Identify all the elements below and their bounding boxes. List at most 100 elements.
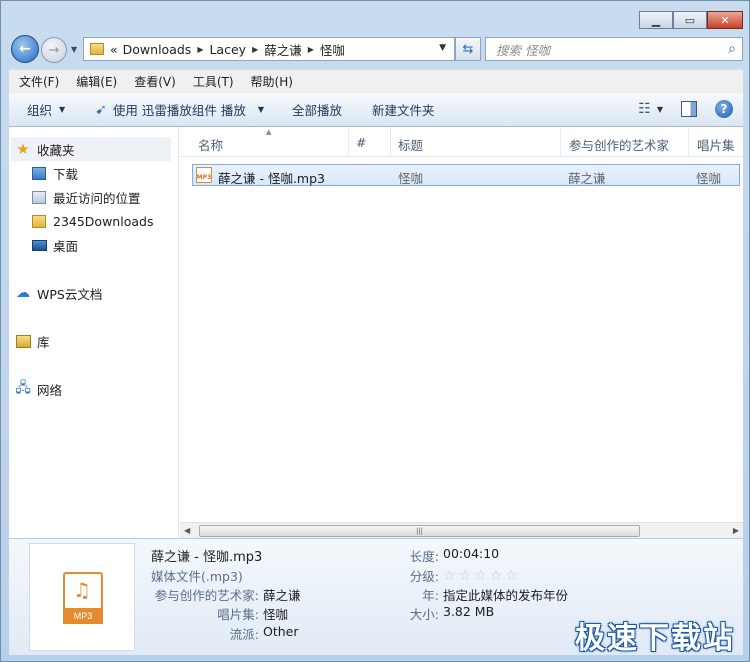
nav-item-label: 下载: [53, 166, 79, 182]
scroll-right-icon[interactable]: ▶: [733, 526, 739, 535]
details-year-value[interactable]: 指定此媒体的发布年份: [443, 585, 568, 604]
refresh-button[interactable]: ⇆: [455, 37, 481, 61]
cloud-icon: ☁: [16, 285, 30, 301]
recent-pages-dropdown[interactable]: ▼: [71, 45, 77, 54]
details-album-label: 唱片集:: [217, 607, 259, 622]
downloads-folder-icon: [31, 165, 47, 181]
rating-stars[interactable]: ☆☆☆☆☆: [443, 568, 521, 584]
organize-button[interactable]: 组织 ▼: [27, 100, 65, 119]
address-overflow-chevron[interactable]: «: [110, 42, 118, 57]
horizontal-scrollbar[interactable]: ◀ ||| ▶: [180, 522, 743, 538]
watermark-logo: 极速下载站: [575, 621, 735, 656]
file-title: 怪咖: [398, 171, 424, 186]
search-input[interactable]: 搜索 怪咖 ⌕: [485, 37, 743, 61]
details-length-value: 00:04:10: [443, 546, 500, 561]
nav-item-2345downloads[interactable]: 2345Downloads: [9, 209, 178, 233]
nav-favorites-label: 收藏夹: [37, 142, 75, 158]
menu-file[interactable]: 文件(F): [19, 73, 59, 90]
file-row[interactable]: MP3 薛之谦 - 怪咖.mp3 怪咖 薛之谦 怪咖: [192, 164, 740, 186]
search-placeholder: 搜索 怪咖: [496, 42, 550, 58]
file-thumbnail: ♫ MP3: [29, 543, 135, 651]
toolbar-right: ☷ ▼ ?: [638, 100, 733, 118]
scrollbar-thumb[interactable]: |||: [199, 525, 640, 537]
nav-item-desktop[interactable]: 桌面: [9, 233, 178, 257]
menu-tools[interactable]: 工具(T): [193, 73, 234, 90]
details-artist-value[interactable]: 薛之谦: [263, 585, 301, 604]
column-header-number[interactable]: #: [356, 135, 366, 151]
music-note-icon: ♫: [73, 578, 91, 602]
folder-icon: [90, 43, 104, 55]
mp3-file-icon: MP3: [196, 167, 212, 183]
search-icon[interactable]: ⌕: [728, 41, 736, 57]
view-options-chevron-icon[interactable]: ▼: [657, 105, 663, 114]
details-filename: 薛之谦 - 怪咖.mp3: [151, 550, 263, 565]
nav-item-label: 桌面: [53, 238, 79, 254]
file-album: 怪咖: [696, 171, 722, 186]
maximize-button[interactable]: ▭: [673, 11, 707, 29]
details-genre-label: 流派:: [229, 627, 259, 642]
details-year-label: 年:: [422, 588, 439, 603]
file-list: ▲ 名称 # 标题 参与创作的艺术家 唱片集 MP3 薛之谦 - 怪咖.mp3 …: [180, 127, 743, 522]
network-icon: 🖧: [15, 380, 31, 396]
menu-edit[interactable]: 编辑(E): [76, 73, 117, 90]
breadcrumb-album[interactable]: 怪咖: [320, 40, 345, 59]
details-artist-label: 参与创作的艺术家:: [154, 588, 259, 603]
details-size-label: 大小:: [409, 607, 439, 622]
play-all-button[interactable]: 全部播放: [292, 100, 342, 119]
menu-view[interactable]: 查看(V): [134, 73, 176, 90]
nav-item-recent-places[interactable]: 最近访问的位置: [9, 185, 178, 209]
breadcrumb-separator-icon[interactable]: ▶: [308, 45, 314, 54]
nav-network[interactable]: 🖧 网络: [11, 377, 171, 401]
breadcrumb-artist[interactable]: 薛之谦: [264, 40, 302, 59]
play-with-button[interactable]: ➹ 使用 迅雷播放组件 播放 ▼: [95, 100, 264, 119]
column-headers: ▲ 名称 # 标题 参与创作的艺术家 唱片集: [180, 127, 743, 157]
library-icon: [15, 333, 31, 349]
chevron-down-icon: ▼: [59, 105, 66, 114]
folder-icon: [31, 213, 47, 229]
close-icon: ✕: [720, 13, 730, 27]
minimize-button[interactable]: ▁: [639, 11, 673, 29]
explorer-window: ▁ ▭ ✕ ← → ▼ « Downloads ▶ Lacey ▶ 薛之谦 ▶ …: [0, 0, 750, 662]
column-header-album[interactable]: 唱片集: [697, 135, 735, 153]
forward-button[interactable]: →: [41, 37, 67, 63]
column-header-artist[interactable]: 参与创作的艺术家: [569, 135, 669, 153]
content-area: ★ 收藏夹 下载 最近访问的位置 2345Downloads 桌面 ☁ WPS云…: [9, 127, 743, 538]
recent-places-icon: [31, 189, 47, 205]
minimize-icon: ▁: [651, 13, 661, 27]
column-header-title[interactable]: 标题: [398, 135, 423, 153]
help-icon[interactable]: ?: [715, 100, 733, 118]
forward-arrow-icon: →: [48, 42, 60, 58]
menu-help[interactable]: 帮助(H): [251, 73, 293, 90]
nav-item-downloads[interactable]: 下载: [9, 161, 178, 185]
menu-bar: 文件(F) 编辑(E) 查看(V) 工具(T) 帮助(H): [9, 69, 743, 93]
nav-network-label: 网络: [37, 382, 63, 398]
details-genre-value[interactable]: Other: [263, 624, 299, 639]
back-button[interactable]: ←: [11, 35, 39, 63]
breadcrumb-lacey[interactable]: Lacey: [209, 42, 246, 57]
address-bar[interactable]: « Downloads ▶ Lacey ▶ 薛之谦 ▶ 怪咖 ▼: [83, 37, 455, 61]
nav-wps-cloud[interactable]: ☁ WPS云文档: [11, 281, 171, 305]
nav-item-label: 2345Downloads: [53, 213, 154, 229]
address-dropdown-icon[interactable]: ▼: [439, 43, 446, 53]
refresh-icon: ⇆: [462, 41, 474, 57]
desktop-icon: [31, 237, 47, 253]
preview-pane-icon[interactable]: [681, 101, 697, 117]
breadcrumb-separator-icon[interactable]: ▶: [197, 45, 203, 54]
breadcrumb-separator-icon[interactable]: ▶: [252, 45, 258, 54]
new-folder-button[interactable]: 新建文件夹: [372, 100, 435, 119]
nav-item-label: 最近访问的位置: [53, 190, 141, 206]
close-button[interactable]: ✕: [707, 11, 743, 29]
details-length-label: 长度:: [409, 549, 439, 564]
scroll-left-icon[interactable]: ◀: [184, 526, 190, 535]
nav-favorites[interactable]: ★ 收藏夹: [11, 137, 171, 161]
breadcrumb-downloads[interactable]: Downloads: [123, 42, 192, 57]
file-artist: 薛之谦: [568, 171, 606, 186]
nav-wps-label: WPS云文档: [37, 286, 103, 302]
file-name: 薛之谦 - 怪咖.mp3: [218, 171, 325, 186]
caption-buttons: ▁ ▭ ✕: [639, 11, 743, 29]
column-header-name[interactable]: 名称: [198, 135, 223, 153]
nav-libraries[interactable]: 库: [11, 329, 171, 353]
details-album-value[interactable]: 怪咖: [263, 604, 288, 623]
change-view-icon[interactable]: ☷: [638, 101, 651, 117]
organize-label: 组织: [27, 103, 53, 118]
